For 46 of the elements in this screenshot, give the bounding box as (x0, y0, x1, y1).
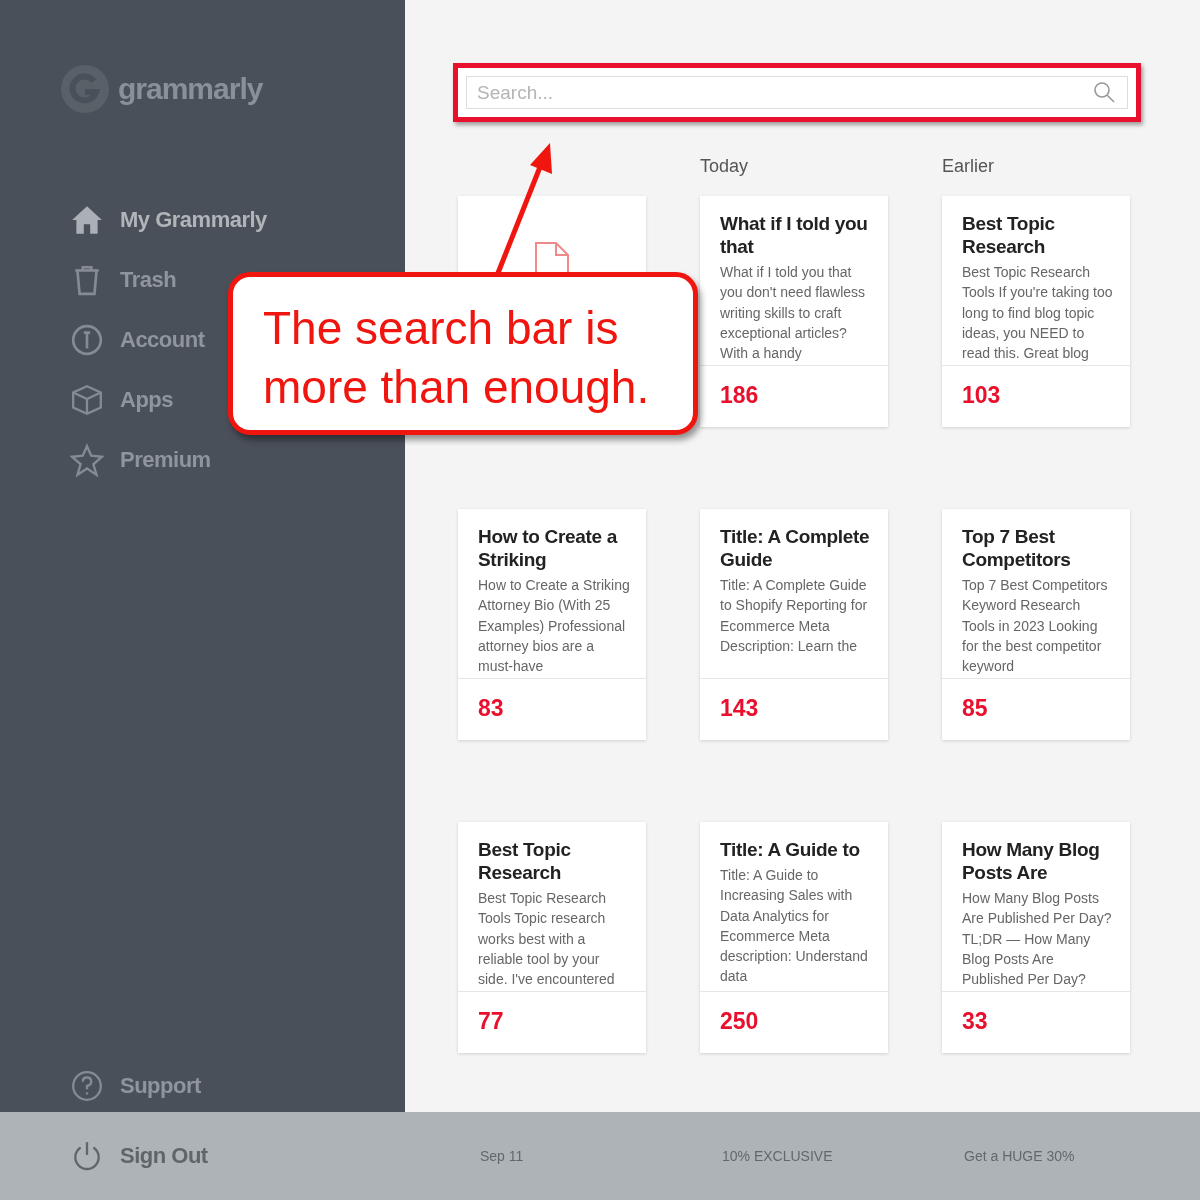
score-count: 33 (961, 1007, 989, 1036)
document-card[interactable]: Best Topic Research Best Topic Research Tools If you're taking too long to find blog topic ideas, you NEED to read this. Great blog 103 (942, 196, 1130, 427)
document-excerpt: Best Topic Research Tools If you're taking too long to find blog topic ideas, you NEED to read this. Great blog (962, 263, 1114, 364)
document-excerpt: Title: A Complete Guide to Shopify Reporting for Ecommerce Meta Description: Learn the (720, 576, 869, 656)
promo-text: 10% EXCLUSIVE (722, 1148, 834, 1164)
score-count: 186 (719, 381, 760, 410)
document-card[interactable]: Best Topic Research Best Topic Research Tools Topic research works best with a reliable tool by your side. I've encountered 77 (458, 822, 646, 1053)
account-icon (70, 323, 104, 357)
score-count: 250 (719, 1007, 760, 1036)
promo-text: Sep 11 (480, 1148, 525, 1164)
score-count: 85 (961, 694, 989, 723)
document-card[interactable]: What if I told you that What if I told you that you don't need flawless writing skills to craft exceptional articles? With a handy 186 (700, 196, 888, 427)
column-header: Earlier (942, 156, 995, 177)
search-field[interactable]: Search... (466, 76, 1128, 109)
cube-icon (70, 383, 104, 417)
document-excerpt: What if I told you that you don't need flawless writing skills to craft exceptional articles? With a handy (720, 263, 867, 364)
document-title: Best Topic Research (478, 838, 572, 884)
document-card[interactable]: How Many Blog Posts Are How Many Blog Posts Are Published Per Day? TL;DR — How Many Blog Posts Are Published Per Day? 33 (942, 822, 1130, 1053)
search-icon (1092, 80, 1116, 104)
logo-text: grammarly (118, 72, 263, 106)
document-excerpt: How to Create a Striking Attorney Bio (With 25 Examples) Professional attorney bios are a must-have (478, 576, 631, 677)
document-title: How Many Blog Posts Are (962, 838, 1101, 884)
score-count: 103 (961, 381, 1002, 410)
document-card[interactable]: Top 7 Best Competitors Top 7 Best Competitors Keyword Research Tools in 2023 Looking for the best competitor keyword 85 (942, 509, 1130, 740)
document-excerpt: Title: A Guide to Increasing Sales with Data Analytics for Ecommerce Meta description: Understand data (720, 866, 869, 987)
document-card[interactable]: How to Create a Striking How to Create a Striking Attorney Bio (With 25 Examples) Professional attorney bios are a must-have 83 (458, 509, 646, 740)
score-count: 77 (477, 1007, 505, 1036)
callout-tooltip: The search bar is more than enough. (228, 272, 698, 435)
document-title: Title: A Complete Guide (720, 525, 871, 571)
document-card[interactable]: Title: A Guide to Title: A Guide to Increasing Sales with Data Analytics for Ecommerce Meta description: Understand data 250 (700, 822, 888, 1053)
document-excerpt: Top 7 Best Competitors Keyword Research Tools in 2023 Looking for the best competitor keyword (962, 576, 1109, 677)
document-excerpt: Best Topic Research Tools Topic research works best with a reliable tool by your side. I've encountered (478, 889, 616, 990)
nav-item[interactable]: My Grammarly (70, 202, 267, 238)
document-card[interactable]: Title: A Complete Guide Title: A Complete Guide to Shopify Reporting for Ecommerce Meta Description: Learn the 143 (700, 509, 888, 740)
document-title: Top 7 Best Competitors (962, 525, 1072, 571)
help-icon (70, 1069, 104, 1103)
document-title: What if I told you that (720, 212, 869, 258)
document-title: Best Topic Research (962, 212, 1056, 258)
column-header: Today (700, 156, 750, 177)
score-count: 143 (719, 694, 760, 723)
document-excerpt: How Many Blog Posts Are Published Per Day? TL;DR — How Many Blog Posts Are Published Per Day? (962, 889, 1113, 990)
promo-text: Get a HUGE 30% (964, 1148, 1076, 1164)
score-count: 83 (477, 694, 505, 723)
document-title: Title: A Guide to (720, 838, 861, 861)
star-icon (70, 443, 104, 477)
document-title: How to Create a Striking (478, 525, 619, 571)
